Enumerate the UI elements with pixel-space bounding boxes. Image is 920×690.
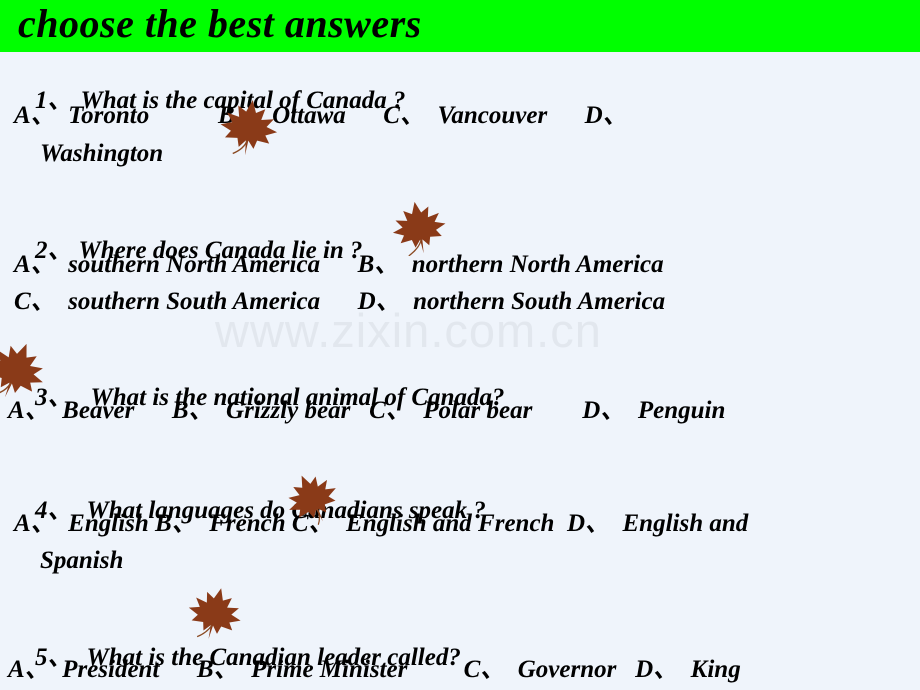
slide-canvas: choose the best answers www.zixin.com.cn…: [0, 0, 920, 690]
question-4-answers-line-2: Spanish: [40, 547, 124, 574]
question-2-answers-line-1: A、 southern North America B、 northern No…: [14, 251, 664, 278]
question-3-answers-line-1: A、 Beaver B、 Grizzly bear C、 Polar bear …: [8, 397, 726, 424]
question-5-answers-line-1: A、 President B、 Prime Minister C、 Govern…: [8, 656, 741, 683]
question-1-answers-line-1: A、 Toronto B、 Ottawa C、 Vancouver D、: [14, 102, 628, 129]
question-1-answers-line-2: Washington: [40, 140, 164, 167]
title-banner: choose the best answers: [0, 0, 920, 52]
maple-leaf-icon: [388, 198, 450, 256]
question-2-answers-line-2: C、 southern South America D、 northern So…: [14, 288, 666, 315]
question-4-answers-line-1: A、 English B、 French C、 English and Fren…: [14, 510, 749, 537]
page-title: choose the best answers: [18, 1, 422, 46]
